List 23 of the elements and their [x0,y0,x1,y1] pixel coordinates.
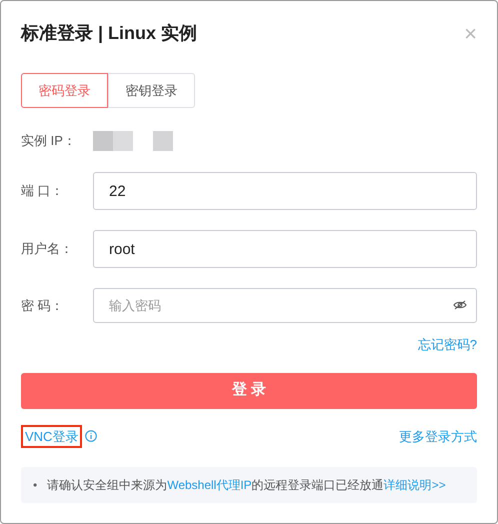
password-field[interactable]: 输入密码 [93,288,477,323]
login-tab[interactable]: 密码登录 [21,73,108,108]
field-label: 用户名： [21,240,74,258]
bullet: • [33,477,38,494]
forgot-password-link[interactable]: 忘记密码? [418,335,477,354]
info-icon[interactable] [85,430,98,442]
redaction-block [93,131,113,151]
login-tab[interactable]: 密钥登录 [108,73,195,108]
details-link[interactable]: 详细说明>> [384,478,446,492]
hidden-eye-icon[interactable] [453,300,467,310]
login-button[interactable]: 登 录 [21,372,477,408]
notice-text: 请确认安全组中来源为Webshell代理IP的远程登录端口已经放通详细说明>> [47,477,446,494]
redaction-block [153,131,173,151]
close-button[interactable]: × [464,22,477,44]
more-login-options-link[interactable]: 更多登录方式 [399,426,477,446]
field-label: 端 口： [21,182,65,200]
text-input-field[interactable]: root [93,230,477,268]
redaction-block [113,131,133,151]
field-label: 实例 IP： [21,132,77,150]
text-input-field[interactable]: 22 [93,172,477,210]
vnc-login-link[interactable]: VNC登录 [21,424,82,448]
dialog-title: 标准登录 | Linux 实例 [21,22,198,45]
field-label: 密 码： [21,296,65,315]
